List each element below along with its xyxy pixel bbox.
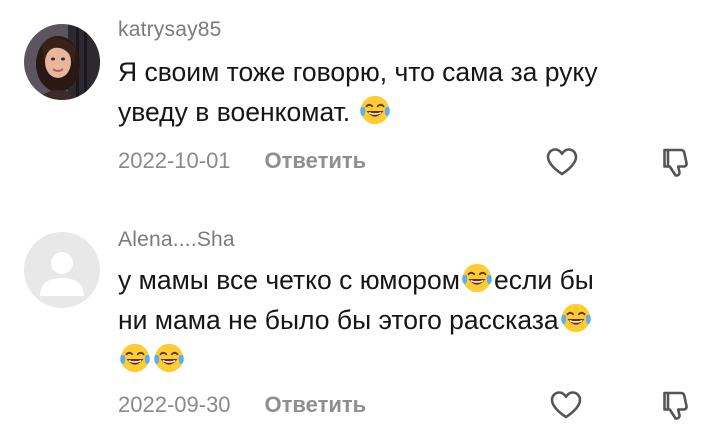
comment-date: 2022-09-30 — [118, 392, 231, 417]
comment-text-line — [118, 340, 698, 380]
comment-item: Alena....Sha у мамы все четко с юмором е… — [0, 0, 719, 443]
avatar[interactable] — [24, 232, 100, 308]
face-with-tears-of-joy-icon — [120, 343, 150, 373]
like-button[interactable] — [546, 385, 586, 425]
comment-text-line: ни мама не было бы этого рассказа — [118, 300, 698, 340]
dislike-button[interactable] — [656, 385, 696, 425]
comment-text-fragment: у мамы все четко с юмором — [118, 265, 460, 295]
comment-text-line: у мамы все четко с юмором если бы — [118, 260, 698, 300]
reply-button[interactable]: Ответить — [265, 392, 367, 418]
thumbs-down-outline-icon — [663, 391, 688, 420]
comment-text-fragment: ни мама не было бы этого рассказа — [118, 305, 559, 335]
heart-outline-icon — [550, 391, 582, 419]
comment-text-fragment: если бы — [493, 265, 594, 295]
comment-text: у мамы все четко с юмором если бы ни мам… — [118, 260, 698, 380]
comment-username[interactable]: Alena....Sha — [118, 228, 235, 252]
face-with-tears-of-joy-icon — [462, 263, 492, 293]
comment-meta: 2022-09-30 Ответить — [118, 392, 366, 418]
face-with-tears-of-joy-icon — [154, 343, 184, 373]
face-with-tears-of-joy-icon — [560, 303, 591, 333]
default-avatar-icon — [24, 232, 100, 308]
